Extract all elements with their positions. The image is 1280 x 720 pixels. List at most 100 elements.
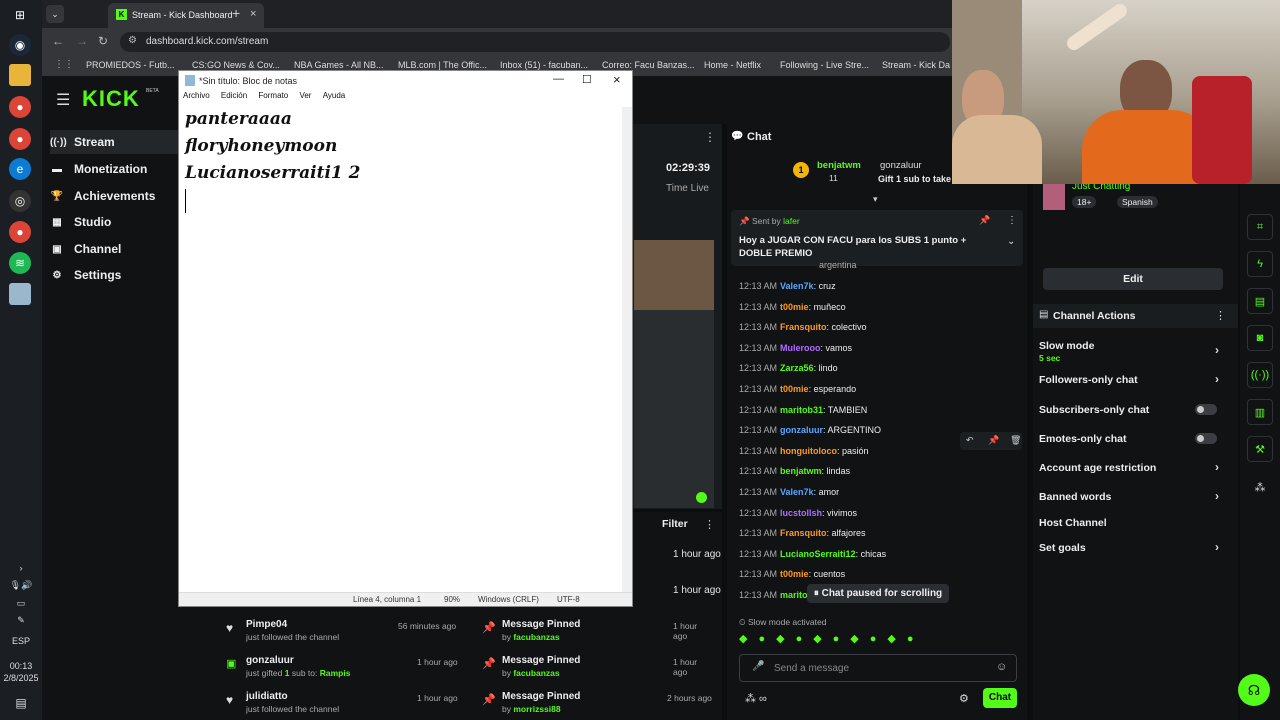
pin-user[interactable]: facubanzas [513,632,559,642]
action-subscribers-only[interactable]: Subscribers-only chat [1039,404,1229,416]
chat-username[interactable]: t00mie [780,384,809,394]
pin-user[interactable]: facubanzas [513,668,559,678]
emotes-only-toggle[interactable] [1195,433,1217,444]
chat-message[interactable]: 12:13 AM Fransquito: alfajores [739,528,866,538]
menu-ayuda[interactable]: Ayuda [323,91,346,100]
clip-icon[interactable]: ⌗ [1247,214,1273,240]
channel-actions-menu-icon[interactable]: ⋮ [1215,309,1226,322]
menu-archivo[interactable]: Archivo [183,91,210,100]
chat-message[interactable]: 12:13 AM lucstollsh: vivimos [739,508,857,518]
chat-message[interactable]: 12:13 AM benjatwm: lindas [739,466,850,476]
chat-send-button[interactable]: Chat [983,688,1017,708]
chat-username[interactable]: Fransquito [780,322,827,332]
action-host-channel[interactable]: Host Channel [1039,517,1229,529]
browser-tab-active[interactable]: K Stream - Kick Dashboard × [108,3,264,28]
chat-message[interactable]: 12:13 AM gonzaluur: ARGENTINO [739,425,881,435]
bookmark-kick-stream[interactable]: Stream - Kick Da [882,60,950,70]
action-followers-only[interactable]: Followers-only chat › [1039,372,1229,386]
action-set-goals[interactable]: Set goals › [1039,540,1229,554]
chrome-profile-icon[interactable]: ● [9,128,31,150]
chat-tool-icon[interactable]: ◙ [1247,325,1273,351]
clock-date[interactable]: 2/8/2025 [0,673,42,683]
notepad-titlebar[interactable]: *Sin título: Bloc de notas — ☐ × [179,71,632,91]
apps-icon[interactable]: ⋮⋮ [54,59,74,70]
chat-username[interactable]: Fransquito [780,528,827,538]
edge-icon[interactable]: e [9,158,31,180]
broadcast-icon[interactable]: ((·)) [1247,362,1273,388]
close-icon[interactable]: × [613,72,621,87]
panel-menu-icon[interactable]: ⋮ [704,130,716,144]
chat-username[interactable]: Valen7k [780,281,814,291]
clock-time[interactable]: 00:13 [0,661,42,671]
notepad-scrollbar[interactable] [622,107,632,594]
spotify-icon[interactable]: ≋ [9,252,31,274]
queue-icon[interactable]: ▥ [1247,399,1273,425]
emoji-icon[interactable]: ☺ [996,661,1007,673]
chat-message[interactable]: 12:13 AM honguitoloco: pasión [739,446,869,456]
chat-username[interactable]: Mulerooo [780,343,821,353]
obs-icon[interactable]: ◎ [9,190,31,212]
windows-start-icon[interactable]: ⊞ [9,4,31,26]
menu-formato[interactable]: Formato [258,91,288,100]
bookmark-promiedos[interactable]: PROMIEDOS - Futb... [86,60,175,70]
bookmark-csgo[interactable]: CS:GO News & Cov... [192,60,280,70]
delete-icon[interactable]: 🗑 [1010,435,1021,446]
unpin-icon[interactable]: 📌 [979,215,990,226]
scroll-arrow-icon[interactable]: ▾ [873,194,878,205]
new-tab-icon[interactable]: + [232,5,240,21]
bookmark-following[interactable]: Following - Live Stre... [780,60,869,70]
chat-message[interactable]: 12:13 AM LucianoSerraiti12: chicas [739,549,886,559]
activity-menu-icon[interactable]: ⋮ [704,518,715,531]
mic-speaker-icon[interactable]: 🎙🔊 [0,580,42,591]
chat-message[interactable]: 12:13 AM Valen7k: cruz [739,281,836,291]
notepad-taskbar-icon[interactable] [9,283,31,305]
bookmark-netflix[interactable]: Home - Netflix [704,60,761,70]
chat-username[interactable]: Valen7k [780,487,814,497]
stream-preview[interactable] [634,240,714,508]
bookmark-mlb[interactable]: MLB.com | The Offic... [398,60,487,70]
chat-username[interactable]: honguitoloco [780,446,837,456]
minimize-icon[interactable]: — [553,73,564,85]
help-support-icon[interactable]: ☊ [1238,674,1270,706]
pinned-expand-icon[interactable]: ⌄ [1007,236,1015,247]
chat-message[interactable]: 12:13 AM t00mie: cuentos [739,569,845,579]
more-tools-icon[interactable]: ⁂ [1247,474,1273,500]
bookmark-inbox[interactable]: Inbox (51) - facuban... [500,60,588,70]
menu-ver[interactable]: Ver [299,91,311,100]
reload-icon[interactable]: ↻ [98,34,108,48]
pinned-user[interactable]: lafer [783,216,800,226]
chrome-alt-icon[interactable]: ● [9,221,31,243]
chat-message[interactable]: 12:13 AM Fransquito: colectivo [739,322,867,332]
mic-icon[interactable]: 🎤 [752,661,764,672]
chrome-icon[interactable]: ● [9,96,31,118]
top-gifter-name[interactable]: benjatwm [817,160,861,171]
pin-message-icon[interactable]: 📌 [988,435,999,446]
edit-button[interactable]: Edit [1043,268,1223,290]
language-indicator[interactable]: ESP [0,636,42,646]
forward-icon[interactable]: → [76,34,88,48]
category-thumbnail[interactable] [1043,182,1065,210]
bookmark-correo[interactable]: Correo: Facu Banzas... [602,60,695,70]
chat-username[interactable]: benjatwm [780,466,822,476]
address-bar[interactable]: ⚙ dashboard.kick.com/stream [120,32,950,52]
chat-settings-icon[interactable]: ⚙ [959,692,969,705]
notepad-text-area[interactable]: panteraaaa floryhoneymoon Lucianoserrait… [179,107,623,594]
chat-message[interactable]: 12:13 AM Mulerooo: vamos [739,343,852,353]
chat-paused-button[interactable]: ⏸ Chat paused for scrolling [807,584,949,603]
chat-username[interactable]: Zarza56 [780,363,814,373]
chat-username[interactable]: lucstollsh [780,508,822,518]
action-banned-words[interactable]: Banned words › [1039,489,1229,503]
site-info-icon[interactable]: ⚙ [128,35,137,46]
chat-message[interactable]: 12:13 AM maritob [739,590,813,600]
chat-username[interactable]: t00mie [780,569,809,579]
chat-extras-icon[interactable]: ⁂ ∞ [745,692,767,705]
chat-username[interactable]: gonzaluur [780,425,823,435]
network-icon[interactable]: ▭ [0,598,42,609]
pinned-menu-icon[interactable]: ⋮ [1007,215,1017,226]
back-icon[interactable]: ← [52,34,64,48]
action-emotes-only[interactable]: Emotes-only chat [1039,433,1229,445]
filter-button[interactable]: Filter [662,518,688,530]
chat-message[interactable]: 12:13 AM maritob31: TAMBIEN [739,405,867,415]
notes-icon[interactable]: ▤ [1247,288,1273,314]
tab-close-icon[interactable]: × [250,8,256,20]
